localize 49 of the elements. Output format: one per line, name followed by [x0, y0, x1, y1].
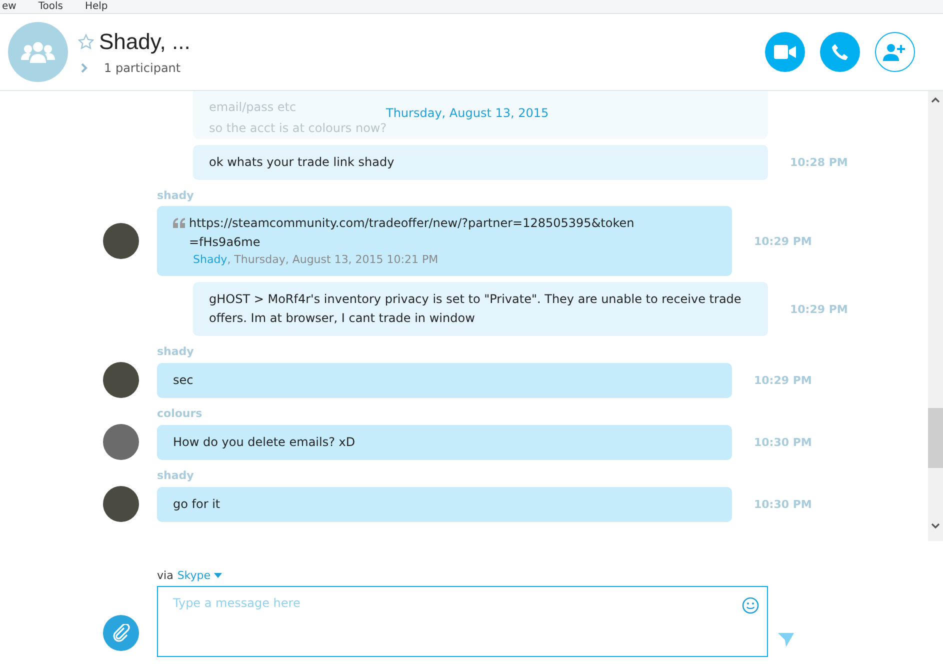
message-time: 10:29 PM: [790, 302, 848, 316]
message-bubble: ok whats your trade link shady: [193, 145, 768, 180]
message-input[interactable]: Type a message here: [157, 586, 768, 657]
message-text: so the acct is at colours now?: [209, 121, 387, 135]
video-camera-icon[interactable]: [774, 45, 796, 59]
paperclip-icon[interactable]: [112, 624, 130, 642]
message-bubble: How do you delete emails? xD: [157, 424, 732, 460]
call-button[interactable]: [820, 32, 860, 72]
message-time: 10:29 PM: [754, 374, 812, 386]
message-bubble: go for it: [157, 486, 732, 522]
menu-item[interactable]: ew: [2, 0, 16, 13]
avatar-photo: [103, 362, 139, 398]
message-time: 10:29 PM: [754, 234, 812, 248]
video-call-button[interactable]: [765, 32, 805, 72]
add-contact-button[interactable]: [875, 32, 915, 72]
participants-count[interactable]: 1 participant: [104, 61, 181, 75]
menu-item[interactable]: Tools: [38, 0, 63, 13]
message-bubble: sec: [157, 362, 732, 398]
quoted-text: https://steamcommunity.com/tradeoffer/new/?partner=128505395&token =fHs9a6me: [189, 215, 636, 251]
scroll-up-icon[interactable]: [931, 97, 940, 103]
quote-meta: Shady, Thursday, August 13, 2015 10:21 PM: [192, 252, 440, 268]
date-header: Thursday, August 13, 2015: [386, 106, 549, 120]
scrollbar-thumb[interactable]: [928, 408, 943, 468]
via-label: via: [157, 569, 174, 582]
sender-name: shady: [157, 345, 195, 358]
sender-name: shady: [157, 189, 195, 202]
quote-icon: [173, 218, 185, 228]
message-time: 10:30 PM: [754, 436, 812, 448]
avatar-photo: [103, 424, 139, 460]
sender-name: shady: [157, 469, 195, 482]
phone-icon[interactable]: [831, 43, 849, 61]
message-text: email/pass etc: [209, 100, 296, 114]
message-bubble: gHOST > MoRf4r's inventory privacy is set to "Private". They are unable to receive trade offers. Im at browser, I cant trade in window: [193, 282, 768, 336]
avatar-photo: [103, 223, 139, 259]
sender-name: colours: [157, 407, 204, 420]
emoji-icon[interactable]: [742, 597, 759, 614]
message-time: 10:30 PM: [754, 498, 812, 510]
conversation-title: Shady, ...: [99, 29, 190, 55]
attach-button[interactable]: [103, 615, 139, 651]
chevron-icon[interactable]: [81, 63, 88, 73]
avatar-photo: [103, 486, 139, 522]
caret-icon[interactable]: [214, 573, 222, 578]
message-time: 10:28 PM: [790, 156, 848, 169]
send-button[interactable]: [778, 633, 794, 647]
add-person-icon[interactable]: [883, 43, 907, 61]
scroll-down-icon[interactable]: [931, 523, 940, 529]
group-icon: [21, 41, 55, 63]
star-icon[interactable]: [78, 34, 94, 50]
menu-item[interactable]: Help: [84, 0, 108, 13]
